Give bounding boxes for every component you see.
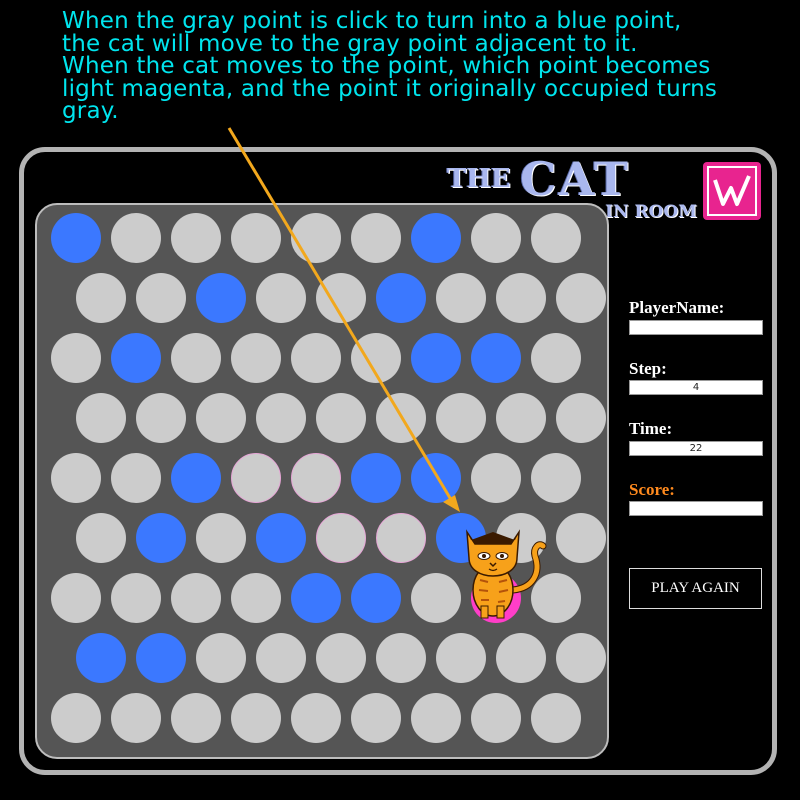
blue-point[interactable] [196, 273, 246, 323]
gray-point[interactable] [316, 273, 366, 323]
gray-point[interactable] [351, 693, 401, 743]
step-label: Step: [629, 359, 667, 378]
blue-point[interactable] [411, 213, 461, 263]
logo-cat: CAT [520, 152, 631, 206]
gray-point[interactable] [556, 633, 606, 683]
gray-point[interactable] [291, 453, 341, 503]
gray-point[interactable] [436, 633, 486, 683]
gray-point[interactable] [351, 333, 401, 383]
gray-point[interactable] [471, 693, 521, 743]
blue-point[interactable] [411, 453, 461, 503]
instruction-line: light magenta, and the point it original… [62, 75, 718, 102]
score-value [629, 501, 763, 516]
blue-point[interactable] [136, 513, 186, 563]
gray-point[interactable] [531, 213, 581, 263]
gray-point[interactable] [496, 633, 546, 683]
blue-point[interactable] [376, 273, 426, 323]
gray-point[interactable] [76, 513, 126, 563]
gray-point[interactable] [376, 393, 426, 443]
logo-in-room: IN ROOM [605, 202, 697, 222]
time-value: 22 [629, 441, 763, 456]
gray-point[interactable] [51, 333, 101, 383]
logo-the: THE [447, 164, 511, 194]
gray-point[interactable] [171, 693, 221, 743]
gray-point[interactable] [136, 273, 186, 323]
blue-point[interactable] [111, 333, 161, 383]
gray-point[interactable] [231, 573, 281, 623]
instruction-line: gray. [62, 98, 119, 124]
gray-point[interactable] [496, 393, 546, 443]
w-logo-icon [703, 162, 761, 220]
gray-point[interactable] [496, 273, 546, 323]
gray-point[interactable] [471, 453, 521, 503]
gray-point[interactable] [556, 513, 606, 563]
instruction-line: When the gray point is click to turn int… [62, 8, 682, 34]
gray-point[interactable] [111, 213, 161, 263]
time-label: Time: [629, 419, 673, 438]
gray-point[interactable] [531, 333, 581, 383]
gray-point[interactable] [231, 693, 281, 743]
gray-point[interactable] [291, 693, 341, 743]
gray-point[interactable] [171, 333, 221, 383]
blue-point[interactable] [76, 633, 126, 683]
gray-point[interactable] [411, 693, 461, 743]
gray-point[interactable] [231, 333, 281, 383]
player-name-field[interactable] [629, 320, 763, 335]
gray-point[interactable] [231, 213, 281, 263]
gray-point[interactable] [51, 573, 101, 623]
blue-point[interactable] [471, 333, 521, 383]
gray-point[interactable] [196, 633, 246, 683]
instruction-line: When the cat moves to the point, which p… [62, 53, 711, 79]
gray-point[interactable] [136, 393, 186, 443]
step-value: 4 [629, 380, 763, 395]
blue-point[interactable] [171, 453, 221, 503]
gray-point[interactable] [471, 213, 521, 263]
instruction-text: When the gray point is click to turn int… [62, 10, 792, 123]
gray-point[interactable] [316, 633, 366, 683]
play-again-button[interactable]: PLAY AGAIN [629, 568, 762, 609]
blue-point[interactable] [351, 573, 401, 623]
gray-point[interactable] [436, 393, 486, 443]
gray-point[interactable] [171, 573, 221, 623]
gray-point[interactable] [76, 393, 126, 443]
blue-point[interactable] [51, 213, 101, 263]
gray-point[interactable] [51, 693, 101, 743]
gray-point[interactable] [196, 513, 246, 563]
gray-point[interactable] [76, 273, 126, 323]
instruction-line: the cat will move to the gray point adja… [62, 30, 638, 57]
gray-point[interactable] [231, 453, 281, 503]
gray-point[interactable] [436, 273, 486, 323]
gray-point[interactable] [256, 273, 306, 323]
score-label: Score: [629, 480, 675, 499]
gray-point[interactable] [291, 213, 341, 263]
gray-point[interactable] [531, 453, 581, 503]
blue-point[interactable] [291, 573, 341, 623]
gray-point[interactable] [376, 513, 426, 563]
gray-point[interactable] [111, 453, 161, 503]
blue-point[interactable] [136, 633, 186, 683]
gray-point[interactable] [111, 693, 161, 743]
gray-point[interactable] [316, 393, 366, 443]
game-board [35, 203, 609, 759]
gray-point[interactable] [256, 393, 306, 443]
gray-point[interactable] [196, 393, 246, 443]
gray-point[interactable] [51, 453, 101, 503]
gray-point[interactable] [256, 633, 306, 683]
gray-point[interactable] [376, 633, 426, 683]
blue-point[interactable] [256, 513, 306, 563]
gray-point[interactable] [316, 513, 366, 563]
player-name-label: PlayerName: [629, 298, 725, 317]
gray-point[interactable] [531, 693, 581, 743]
gray-point[interactable] [291, 333, 341, 383]
gray-point[interactable] [556, 273, 606, 323]
gray-point[interactable] [351, 213, 401, 263]
cat-icon [453, 518, 548, 623]
blue-point[interactable] [411, 333, 461, 383]
gray-point[interactable] [171, 213, 221, 263]
gray-point[interactable] [556, 393, 606, 443]
blue-point[interactable] [351, 453, 401, 503]
gray-point[interactable] [111, 573, 161, 623]
